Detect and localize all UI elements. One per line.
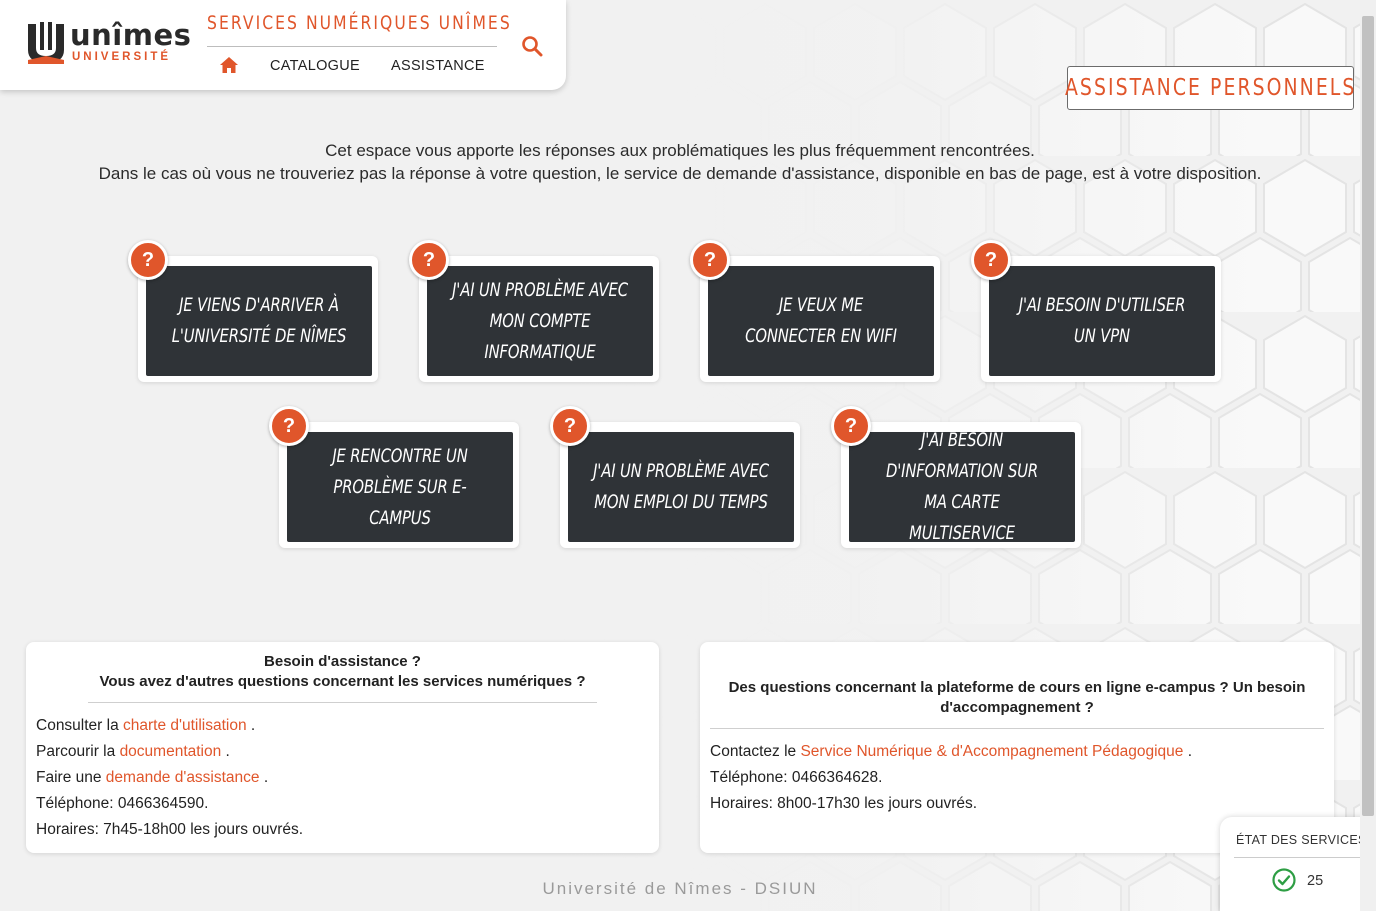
unimes-logo-mark: [28, 22, 64, 64]
faq-card-label: Je viens d'arriver à l'Université de Nîm…: [171, 294, 347, 347]
service-status-widget[interactable]: ÉTAT DES SERVICES 25: [1220, 817, 1376, 911]
assistance-request-link[interactable]: demande d'assistance: [106, 769, 260, 786]
assistance-personnels-label: ASSISTANCE PERSONNELS: [1064, 75, 1357, 101]
faq-card-label: J'ai besoin d'information sur ma carte m…: [885, 429, 1039, 544]
check-circle-icon: [1272, 868, 1296, 892]
charter-line: Consulter la charte d'utilisation .: [36, 717, 256, 734]
search-icon[interactable]: [521, 35, 543, 57]
divider: [88, 702, 597, 703]
documentation-line: Parcourir la documentation .: [36, 743, 230, 760]
question-mark-icon: ?: [971, 240, 1011, 280]
faq-card-label: Je veux me connecter en wifi: [745, 294, 897, 347]
question-mark-icon: ?: [550, 406, 590, 446]
request-line: Faire une demande d'assistance .: [36, 769, 269, 786]
assistance-personnels-button[interactable]: ASSISTANCE PERSONNELS: [1064, 66, 1357, 110]
site-title: SERVICES NUMÉRIQUES UNÎMES: [207, 12, 512, 34]
hours-text: Horaires: 8h00-17h30 les jours ouvrés.: [710, 795, 978, 812]
scrollbar-thumb[interactable]: [1362, 16, 1374, 816]
home-icon[interactable]: [219, 56, 239, 74]
faq-card-wifi[interactable]: Je veux me connecter en wifi ?: [690, 240, 940, 382]
title-divider: [207, 46, 497, 47]
faq-card-label: J'ai un problème avec mon compte informa…: [452, 278, 628, 363]
service-status-count: 25: [1307, 873, 1324, 889]
contact-line: Contactez le Service Numérique & d'Accom…: [710, 743, 1193, 760]
documentation-link[interactable]: documentation: [120, 743, 222, 760]
assistance-info-heading-1: Besoin d'assistance ?: [264, 653, 421, 670]
charter-link[interactable]: charte d'utilisation: [123, 717, 247, 734]
hours-text: Horaires: 7h45-18h00 les jours ouvrés.: [36, 821, 304, 838]
nav-assistance[interactable]: ASSISTANCE: [391, 58, 485, 74]
faq-card-label: Je rencontre un problème sur e-campus: [332, 444, 468, 529]
faq-card-account[interactable]: J'ai un problème avec mon compte informa…: [409, 240, 659, 382]
faq-card-arrival[interactable]: Je viens d'arriver à l'Université de Nîm…: [128, 240, 378, 382]
snap-service-link[interactable]: Service Numérique & d'Accompagnement Péd…: [800, 743, 1183, 760]
question-mark-icon: ?: [128, 240, 168, 280]
divider: [1234, 857, 1360, 858]
question-mark-icon: ?: [690, 240, 730, 280]
service-status-title: ÉTAT DES SERVICES: [1236, 833, 1367, 847]
logo-wordmark: unîmes: [70, 18, 192, 52]
ecampus-info-heading-2: d'accompagnement ?: [940, 699, 1094, 716]
faq-card-vpn[interactable]: J'ai besoin d'utiliser un VPN ?: [971, 240, 1221, 382]
question-mark-icon: ?: [269, 406, 309, 446]
intro-line-2: Dans le cas où vous ne trouveriez pas la…: [98, 164, 1262, 183]
faq-card-timetable[interactable]: J'ai un problème avec mon emploi du temp…: [550, 406, 800, 548]
nav-catalogue[interactable]: CATALOGUE: [270, 58, 360, 74]
divider: [710, 728, 1324, 729]
faq-card-label: J'ai un problème avec mon emploi du temp…: [593, 460, 769, 513]
faq-card-ecampus[interactable]: Je rencontre un problème sur e-campus ?: [269, 406, 519, 548]
ecampus-info-heading-1: Des questions concernant la plateforme d…: [728, 679, 1306, 696]
footer-credit: Université de Nîmes - DSIUN: [542, 879, 818, 898]
phone-text: Téléphone: 0466364590.: [36, 795, 209, 812]
assistance-info-box: Besoin d'assistance ? Vous avez d'autres…: [26, 642, 659, 853]
question-mark-icon: ?: [409, 240, 449, 280]
question-mark-icon: ?: [831, 406, 871, 446]
intro-text: Cet espace vous apporte les réponses aux…: [0, 139, 1360, 185]
logo-subtitle: UNIVERSITÉ: [72, 51, 172, 63]
phone-text: Téléphone: 0466364628.: [710, 769, 883, 786]
site-header: unîmes UNIVERSITÉ SERVICES NUMÉRIQUES UN…: [0, 0, 566, 90]
assistance-info-heading-2: Vous avez d'autres questions concernant …: [99, 673, 586, 690]
intro-line-1: Cet espace vous apporte les réponses aux…: [325, 141, 1035, 160]
faq-card-label: J'ai besoin d'utiliser un VPN: [1018, 294, 1186, 347]
faq-card-multiservice[interactable]: J'ai besoin d'information sur ma carte m…: [831, 406, 1081, 548]
unimes-logo[interactable]: unîmes UNIVERSITÉ: [26, 18, 191, 66]
